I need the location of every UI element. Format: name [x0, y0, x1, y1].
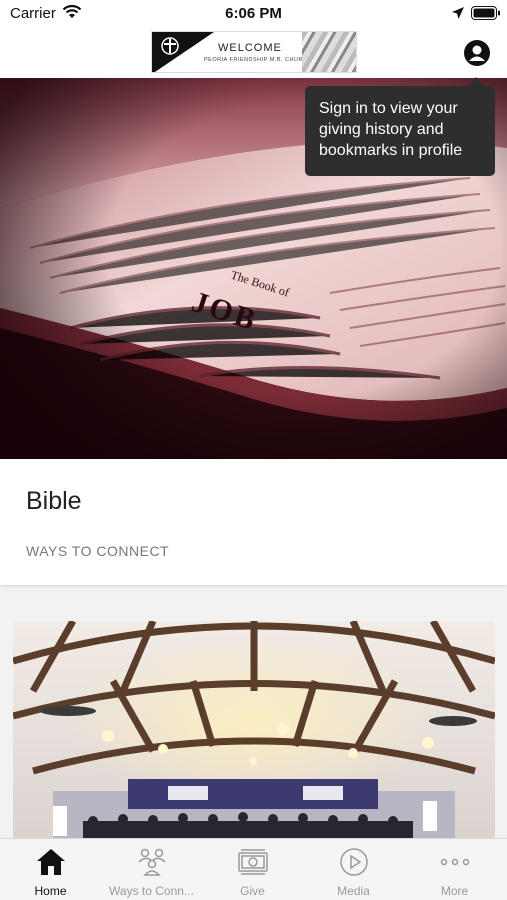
logo-stripes: [302, 32, 356, 72]
money-icon: [237, 849, 268, 875]
tab-give[interactable]: Give: [202, 839, 303, 900]
tab-more[interactable]: More: [404, 839, 505, 900]
app-header: WELCOME PEORIA FRIENDSHIP M.B. CHURCH: [0, 28, 507, 78]
tab-media[interactable]: Media: [303, 839, 404, 900]
play-circle-icon: [339, 848, 368, 876]
location-arrow-icon: [452, 7, 464, 19]
church-interior-card[interactable]: [13, 621, 495, 851]
card-subtitle: WAYS TO CONNECT: [26, 543, 170, 559]
bible-card[interactable]: Bible WAYS TO CONNECT: [0, 459, 507, 585]
logo-welcome-text: WELCOME: [218, 42, 282, 54]
bottom-tab-bar: Home Ways to Conn... Give Media More: [0, 838, 507, 900]
church-interior-image: [13, 621, 495, 851]
clock: 6:06 PM: [225, 5, 282, 22]
logo-church-name: PEORIA FRIENDSHIP M.B. CHURCH: [204, 57, 312, 63]
home-icon: [36, 849, 65, 875]
battery-icon: [471, 6, 500, 20]
people-icon: [137, 848, 166, 876]
tab-home[interactable]: Home: [0, 839, 101, 900]
profile-icon[interactable]: [463, 39, 491, 67]
card-title: Bible: [26, 487, 82, 515]
tab-media-label: Media: [337, 884, 370, 898]
tab-ways-to-connect-label: Ways to Conn...: [109, 884, 194, 898]
church-logo: WELCOME PEORIA FRIENDSHIP M.B. CHURCH: [151, 31, 357, 73]
tab-ways-to-connect[interactable]: Ways to Conn...: [101, 839, 202, 900]
tab-give-label: Give: [240, 884, 265, 898]
tab-home-label: Home: [34, 884, 67, 898]
tab-more-label: More: [440, 884, 469, 898]
sign-in-tooltip[interactable]: Sign in to view your giving history and …: [305, 86, 495, 176]
status-bar: Carrier 6:06 PM: [0, 0, 507, 28]
logo-emblem-icon: [152, 32, 214, 72]
more-dots-icon: [440, 858, 469, 866]
